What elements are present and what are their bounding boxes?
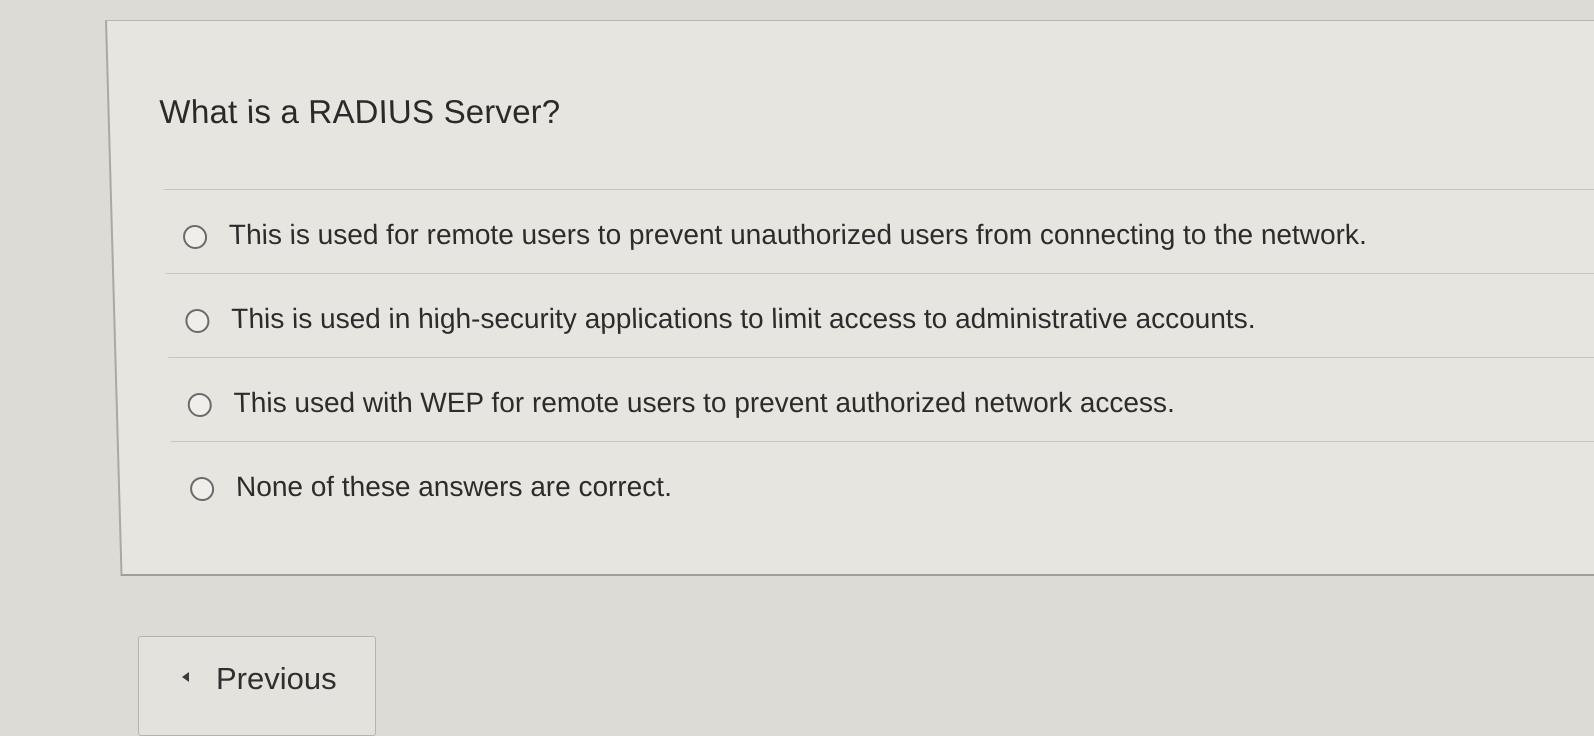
radio-button-icon[interactable] — [182, 225, 208, 249]
answer-label[interactable]: None of these answers are correct. — [236, 471, 673, 503]
answer-label[interactable]: This used with WEP for remote users to p… — [233, 387, 1175, 419]
previous-button[interactable]: Previous — [138, 636, 376, 736]
answer-label[interactable]: This is used for remote users to prevent… — [229, 219, 1368, 251]
question-title: What is a RADIUS Server? — [159, 93, 561, 130]
radio-button-icon[interactable] — [189, 477, 215, 501]
chevron-left-icon — [182, 672, 189, 682]
answer-option[interactable]: This used with WEP for remote users to p… — [168, 358, 1594, 442]
answer-label[interactable]: This is used in high-security applicatio… — [231, 303, 1256, 335]
answer-list: This is used for remote users to prevent… — [163, 189, 1594, 526]
answer-option[interactable]: None of these answers are correct. — [171, 442, 1594, 526]
question-card: What is a RADIUS Server? This is used fo… — [105, 20, 1594, 576]
radio-button-icon[interactable] — [187, 393, 213, 417]
previous-button-label: Previous — [216, 661, 337, 696]
radio-button-icon[interactable] — [185, 309, 210, 333]
answer-option[interactable]: This is used in high-security applicatio… — [166, 274, 1594, 358]
answer-option[interactable]: This is used for remote users to prevent… — [163, 190, 1594, 274]
